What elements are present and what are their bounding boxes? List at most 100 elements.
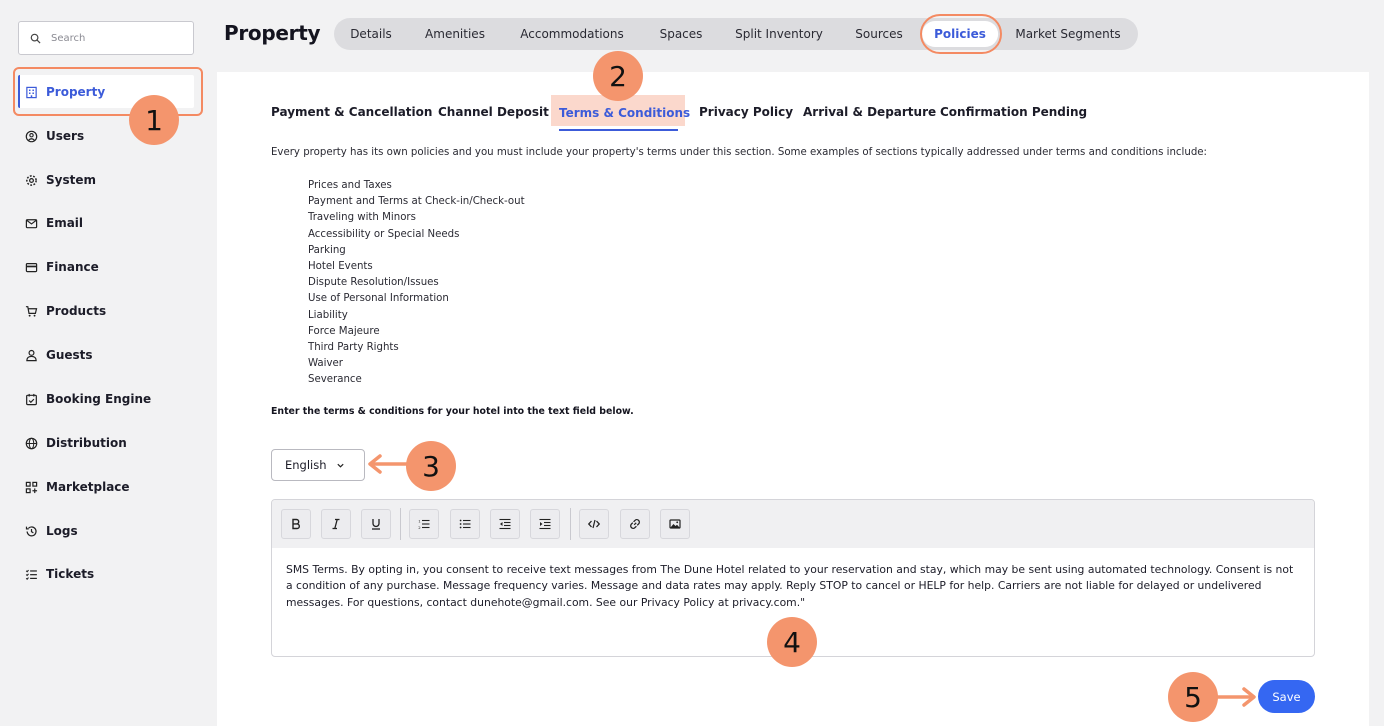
history-icon (24, 524, 38, 538)
highlight-box-policies (920, 14, 1002, 54)
sidebar-item-booking-engine[interactable]: Booking Engine (24, 387, 151, 411)
bold-icon (292, 518, 300, 530)
gear-icon (24, 173, 38, 187)
annotation-badge-3: 3 (406, 441, 456, 491)
svg-text:2: 2 (418, 525, 421, 530)
sidebar-item-finance[interactable]: Finance (24, 255, 99, 279)
sidebar-item-users[interactable]: Users (24, 124, 84, 148)
subtab-arrival-departure[interactable]: Arrival & Departure (803, 105, 936, 119)
ordered-list-icon: 12 (418, 518, 430, 530)
annotation-badge-2: 2 (593, 51, 643, 101)
outdent-icon (499, 518, 511, 530)
mail-icon (24, 216, 38, 230)
ordered-list-button[interactable]: 12 (409, 509, 439, 539)
bullet-list-button[interactable] (450, 509, 480, 539)
list-item: Traveling with Minors (308, 212, 416, 224)
apps-plus-icon (24, 480, 38, 494)
toolbar-divider (570, 508, 571, 540)
tab-details[interactable]: Details (350, 18, 392, 50)
svg-text:1: 1 (418, 518, 421, 523)
tab-split-inventory[interactable]: Split Inventory (735, 18, 823, 50)
image-button[interactable] (660, 509, 690, 539)
bold-button[interactable] (281, 509, 311, 539)
indent-button[interactable] (530, 509, 560, 539)
sidebar-item-logs[interactable]: Logs (24, 519, 78, 543)
sidebar-item-marketplace[interactable]: Marketplace (24, 475, 130, 499)
search-icon (30, 33, 41, 44)
tab-spaces[interactable]: Spaces (660, 18, 703, 50)
sidebar-item-label: Tickets (46, 567, 95, 581)
sidebar-item-label: Guests (46, 348, 93, 362)
bullet-list-icon (459, 519, 471, 529)
tab-amenities[interactable]: Amenities (425, 18, 485, 50)
link-icon (630, 519, 640, 529)
language-selected-value: English (285, 458, 327, 472)
outdent-button[interactable] (490, 509, 520, 539)
policy-examples-list: Prices and Taxes Payment and Terms at Ch… (308, 178, 525, 389)
image-icon (669, 519, 681, 529)
sidebar-item-distribution[interactable]: Distribution (24, 431, 127, 455)
sidebar-item-label: Products (46, 304, 107, 318)
annotation-badge-4: 4 (767, 617, 817, 667)
toolbar-divider (400, 508, 401, 540)
sidebar-item-label: Logs (46, 524, 78, 538)
list-item: Parking (308, 244, 346, 256)
list-item: Hotel Events (308, 261, 373, 273)
user-circle-icon (24, 129, 38, 143)
link-button[interactable] (620, 509, 650, 539)
search-box[interactable] (18, 21, 194, 55)
code-icon (588, 519, 600, 529)
sidebar-item-guests[interactable]: Guests (24, 343, 93, 367)
credit-card-icon (24, 260, 38, 274)
list-item: Liability (308, 309, 348, 321)
code-button[interactable] (579, 509, 609, 539)
sidebar-item-tickets[interactable]: Tickets (24, 562, 94, 586)
annotation-badge-5: 5 (1168, 672, 1218, 722)
tab-market-segments[interactable]: Market Segments (1015, 18, 1120, 50)
subtab-privacy-policy[interactable]: Privacy Policy (699, 105, 793, 119)
italic-button[interactable] (321, 509, 351, 539)
list-item: Prices and Taxes (308, 180, 392, 191)
sidebar: Property Users System Email Finance Prod… (0, 0, 210, 726)
sidebar-item-label: Distribution (46, 436, 127, 450)
italic-icon (332, 518, 340, 530)
sidebar-item-email[interactable]: Email (24, 211, 83, 235)
list-item: Accessibility or Special Needs (308, 228, 460, 240)
sidebar-item-label: Users (46, 129, 85, 143)
subtab-confirmation-pending[interactable]: Confirmation Pending (940, 105, 1087, 119)
top-tab-bar: Details Amenities Accommodations Spaces … (334, 18, 1138, 50)
indent-icon (539, 518, 551, 530)
sidebar-item-label: System (46, 173, 96, 187)
editor-content[interactable]: SMS Terms. By opting in, you consent to … (286, 562, 1302, 611)
search-input[interactable] (51, 32, 181, 44)
annotation-arrow-5 (1216, 687, 1256, 707)
list-check-icon (24, 567, 38, 581)
sidebar-item-label: Finance (46, 260, 99, 274)
language-select[interactable]: English (271, 449, 365, 481)
sidebar-item-label: Marketplace (46, 480, 130, 494)
list-item: Force Majeure (308, 325, 380, 337)
list-item: Third Party Rights (308, 342, 399, 354)
chevron-down-icon (336, 463, 344, 468)
sidebar-item-system[interactable]: System (24, 168, 96, 192)
list-item: Waiver (308, 358, 343, 370)
subtab-terms-conditions[interactable]: Terms & Conditions (559, 106, 690, 120)
sidebar-item-label: Booking Engine (46, 392, 152, 406)
list-item: Payment and Terms at Check-in/Check-out (308, 196, 525, 208)
tab-sources[interactable]: Sources (855, 18, 902, 50)
subtab-underline (559, 129, 678, 131)
underline-button[interactable] (361, 509, 391, 539)
sidebar-item-label: Email (46, 216, 84, 230)
globe-icon (24, 436, 38, 450)
tab-accommodations[interactable]: Accommodations (520, 18, 623, 50)
editor-toolbar: 12 (272, 500, 1314, 548)
instruction-text: Enter the terms & conditions for your ho… (271, 406, 634, 417)
subtab-payment-cancellation[interactable]: Payment & Cancellation (271, 105, 432, 119)
calendar-check-icon (24, 392, 38, 406)
sidebar-item-products[interactable]: Products (24, 299, 106, 323)
subtab-channel-deposit[interactable]: Channel Deposit (438, 105, 549, 119)
annotation-badge-1: 1 (129, 95, 179, 145)
save-button[interactable]: Save (1258, 680, 1315, 713)
annotation-arrow-3 (368, 454, 410, 474)
cart-icon (24, 304, 38, 318)
